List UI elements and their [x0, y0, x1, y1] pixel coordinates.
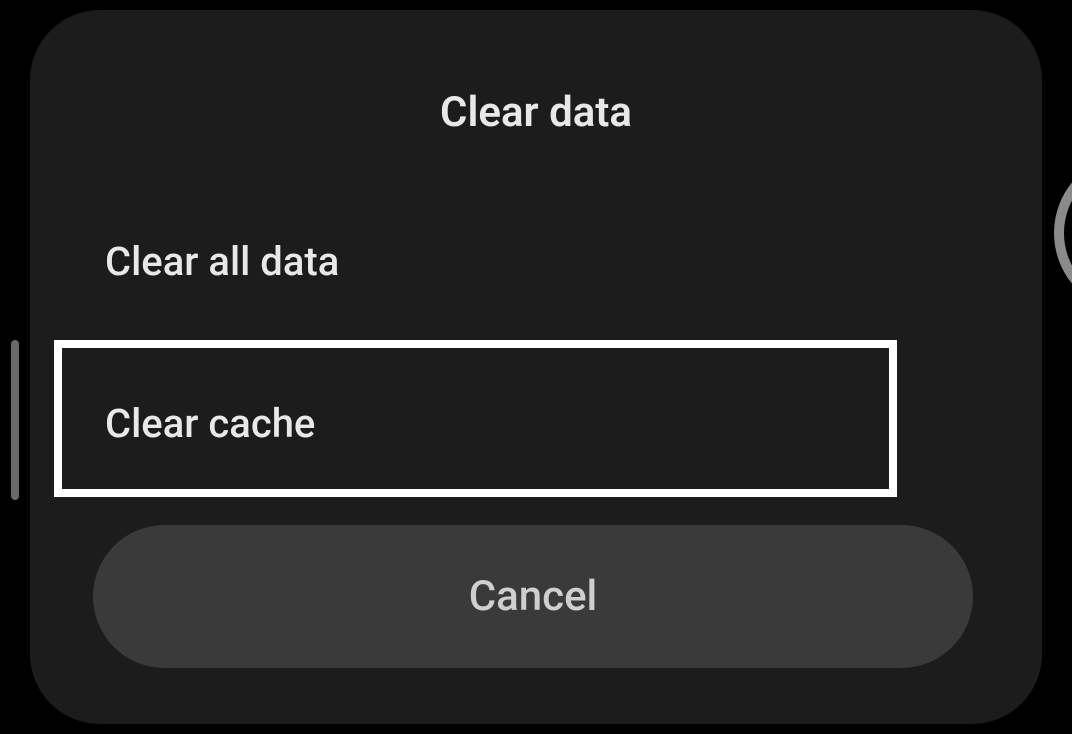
clear-all-data-option[interactable]: Clear all data — [105, 238, 339, 285]
scroll-indicator-right — [1048, 183, 1072, 283]
option-label: Clear all data — [105, 238, 339, 285]
cancel-button[interactable]: Cancel — [93, 525, 973, 668]
clear-data-dialog: Clear data Clear all data Clear cache Ca… — [30, 10, 1042, 724]
option-label: Clear cache — [105, 400, 315, 447]
clear-cache-option[interactable]: Clear cache — [105, 400, 315, 447]
scroll-indicator-left — [11, 340, 19, 500]
cancel-button-label: Cancel — [469, 572, 598, 621]
dialog-title: Clear data — [30, 88, 1042, 137]
